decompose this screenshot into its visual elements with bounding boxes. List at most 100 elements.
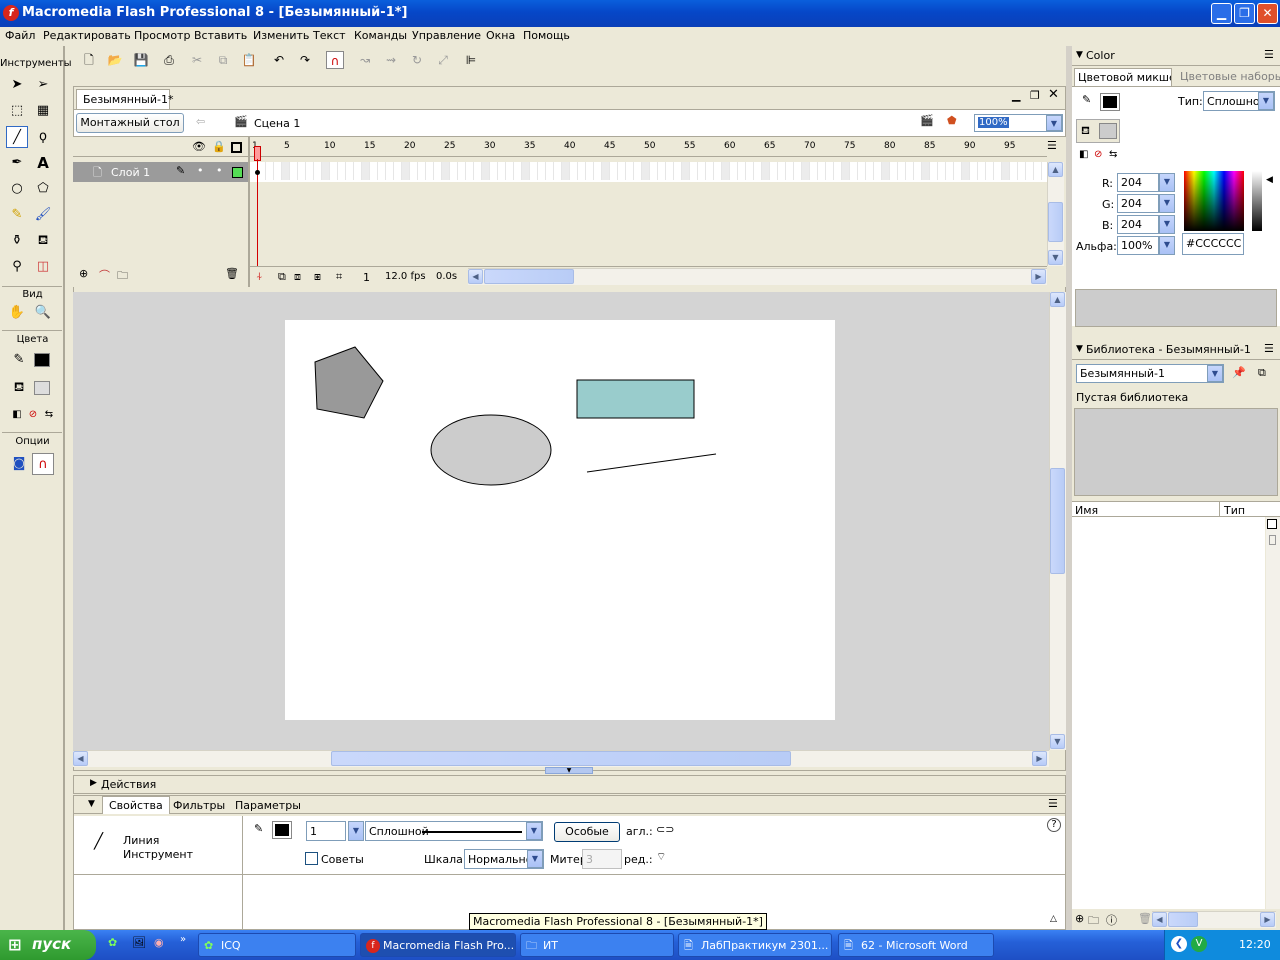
expand-arrow-icon[interactable]: ▶	[90, 778, 97, 788]
new-file-icon[interactable]: 🗋	[80, 51, 98, 69]
frame-cell[interactable]	[770, 162, 778, 180]
frame-cell[interactable]	[690, 162, 698, 180]
antivirus-icon[interactable]: V	[1191, 936, 1207, 952]
eraser-tool-icon[interactable]: ◫	[32, 256, 54, 278]
frame-cell[interactable]	[298, 162, 306, 180]
task-icq[interactable]: ✿ ICQ	[198, 933, 356, 957]
frame-cell[interactable]	[858, 162, 866, 180]
hex-field[interactable]: #CCCCCC	[1182, 233, 1244, 255]
start-button[interactable]: ⊞ пуск	[0, 930, 96, 960]
frame-cell[interactable]	[434, 162, 442, 180]
stage-button[interactable]: Монтажный стол	[76, 113, 184, 133]
frame-cell[interactable]	[378, 162, 386, 180]
actions-title[interactable]: Действия	[101, 778, 156, 791]
scene-label[interactable]: Сцена 1	[254, 117, 300, 130]
scroll-left-icon[interactable]: ◀	[1152, 912, 1167, 927]
scroll-up-icon[interactable]: ▲	[1048, 162, 1063, 177]
frame-cell[interactable]	[282, 162, 290, 180]
library-title[interactable]: Библиотека - Безымянный-1	[1086, 343, 1251, 356]
fill-type-combo[interactable]: Сплошной ▼	[1203, 91, 1275, 111]
frame-cell[interactable]	[826, 162, 834, 180]
frame-cell[interactable]	[330, 162, 338, 180]
panel-collapse-handle[interactable]: ▼	[545, 767, 593, 774]
color-panel-header[interactable]: ▼ Color ☰	[1072, 46, 1280, 66]
frame-cell[interactable]	[594, 162, 602, 180]
cut-icon[interactable]: ✂	[188, 51, 206, 69]
frame-cell[interactable]	[754, 162, 762, 180]
straighten-icon[interactable]: ⇝	[382, 51, 400, 69]
frame-cell[interactable]	[706, 162, 714, 180]
color-panel-title[interactable]: Color	[1086, 49, 1115, 62]
scroll-thumb[interactable]	[484, 269, 574, 284]
frame-cell[interactable]	[634, 162, 642, 180]
frame-cell[interactable]	[538, 162, 546, 180]
menu-edit[interactable]: Редактировать	[43, 29, 131, 42]
polystar-tool-icon[interactable]: ⬠	[32, 178, 54, 200]
print-icon[interactable]: ⎙	[160, 51, 178, 69]
frame-cell[interactable]	[306, 162, 314, 180]
frame-cell[interactable]	[882, 162, 890, 180]
ellipse-shape[interactable]	[430, 414, 552, 486]
scroll-right-icon[interactable]: ▶	[1260, 912, 1275, 927]
new-folder-icon[interactable]: 🗀	[1088, 912, 1099, 931]
frame-cell[interactable]	[1034, 162, 1042, 180]
arrow-tool-icon[interactable]: ➤	[6, 74, 28, 96]
frame-cell[interactable]	[658, 162, 666, 180]
fill-type-dropdown-icon[interactable]: ▼	[1258, 92, 1274, 110]
scroll-thumb[interactable]	[331, 751, 791, 766]
doc-minimize-icon[interactable]: ▁	[1012, 89, 1020, 102]
properties-menu-icon[interactable]: ☰	[1048, 797, 1058, 810]
frame-cell[interactable]	[562, 162, 570, 180]
frame-cell[interactable]	[274, 162, 282, 180]
frame-cell[interactable]	[866, 162, 874, 180]
frame-cell[interactable]	[322, 162, 330, 180]
frame-cell[interactable]	[354, 162, 362, 180]
delete-layer-icon[interactable]: 🗑	[225, 267, 239, 280]
wide-view-icon[interactable]	[1267, 519, 1277, 529]
frame-cell[interactable]	[410, 162, 418, 180]
frame-cell[interactable]	[266, 162, 274, 180]
r-field[interactable]: 204	[1117, 173, 1159, 192]
expand-props-icon[interactable]: △	[1050, 914, 1057, 924]
frame-rate[interactable]: 12.0 fps	[385, 271, 426, 282]
new-library-icon[interactable]: ⧉	[1258, 366, 1266, 380]
brightness-slider[interactable]	[1252, 171, 1262, 231]
frame-cell[interactable]	[714, 162, 722, 180]
custom-stroke-button[interactable]: Особые	[554, 822, 620, 842]
scroll-thumb[interactable]	[1168, 912, 1198, 927]
timeline-hscroll[interactable]: ◀ ▶	[468, 268, 1047, 285]
fill-color-swatch[interactable]	[34, 381, 50, 395]
snap-magnet-icon[interactable]: ∩	[32, 453, 54, 475]
scroll-right-icon[interactable]: ▶	[1032, 751, 1047, 766]
frame-cell[interactable]	[786, 162, 794, 180]
scale-dropdown-icon[interactable]: ▼	[527, 850, 543, 868]
stroke-style-dropdown-icon[interactable]: ▼	[526, 822, 542, 840]
stage-canvas[interactable]	[285, 320, 835, 720]
frame-cell[interactable]	[874, 162, 882, 180]
quicklaunch-icon[interactable]: 🖼	[132, 936, 146, 949]
document-tab[interactable]: Безымянный-1*	[76, 89, 173, 109]
stroke-color-swatch[interactable]	[34, 353, 50, 367]
default-colors-icon[interactable]: ◧	[1079, 149, 1088, 160]
frame-cell[interactable]	[474, 162, 482, 180]
actions-panel-bar[interactable]: ▶ Действия	[73, 775, 1066, 794]
undo-icon[interactable]: ↶	[270, 51, 288, 69]
new-symbol-icon[interactable]: ⊕	[1075, 912, 1084, 925]
mixer-fill-swatch[interactable]	[1099, 123, 1117, 139]
onion-skin-icon[interactable]: ⧉	[278, 270, 286, 284]
frame-cell[interactable]	[850, 162, 858, 180]
frame-cell[interactable]	[442, 162, 450, 180]
frame-cell[interactable]	[642, 162, 650, 180]
frame-cell[interactable]	[514, 162, 522, 180]
add-guide-icon[interactable]: ⌒	[99, 267, 110, 283]
frame-cell[interactable]	[978, 162, 986, 180]
frame-cell[interactable]	[794, 162, 802, 180]
align-icon[interactable]: ⊫	[462, 51, 480, 69]
tray-expand-icon[interactable]: ❮	[1171, 936, 1187, 952]
menu-help[interactable]: Помощь	[523, 29, 570, 42]
frame-cell[interactable]	[930, 162, 938, 180]
frame-cell[interactable]	[650, 162, 658, 180]
tab-parameters[interactable]: Параметры	[235, 799, 301, 812]
frame-cell[interactable]	[490, 162, 498, 180]
frame-cell[interactable]	[898, 162, 906, 180]
